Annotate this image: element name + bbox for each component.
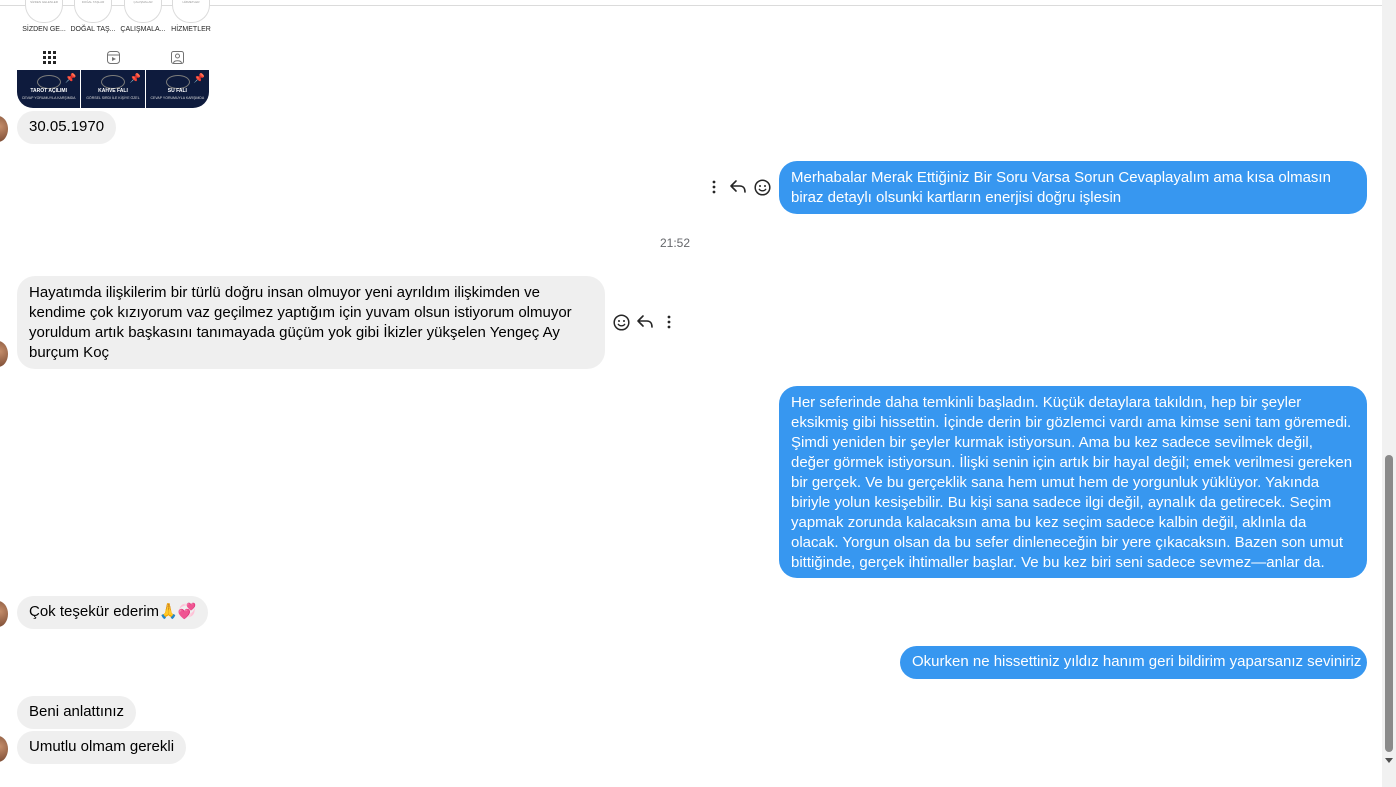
pin-icon: 📌 [65, 73, 77, 83]
grid-icon[interactable] [17, 47, 81, 67]
profile-tabs [17, 47, 209, 67]
post-thumbnail[interactable]: 📌 TAROT AÇILIMI CEVAP YORUMUYLA KARŞIMDA [17, 70, 81, 108]
pinned-posts: 📌 TAROT AÇILIMI CEVAP YORUMUYLA KARŞIMDA… [17, 70, 209, 108]
message-bubble-incoming[interactable]: Çok teşekür ederim🙏💞 [17, 596, 209, 629]
highlight-label: DOĞAL TAŞ... [70, 26, 116, 33]
tagged-icon[interactable] [145, 47, 209, 67]
highlight-item[interactable]: SİZDEN GELENLER SİZDEN GE... [19, 0, 69, 33]
highlight-label: ÇALIŞMALA... [120, 26, 166, 33]
reply-icon[interactable] [636, 312, 654, 332]
emoji-react-icon[interactable] [612, 312, 630, 332]
post-thumbnail[interactable]: 📌 SU FALI CEVAP YORUMUYLA KARŞIMDA [145, 70, 209, 108]
post-subtitle: CEVAP YORUMUYLA KARŞIMDA [21, 96, 76, 100]
timestamp: 21:52 [659, 236, 691, 250]
highlight-label: HİZMETLER [171, 26, 211, 33]
highlight-label: SİZDEN GE... [22, 26, 66, 33]
message-bubble-outgoing[interactable]: Merhabalar Merak Ettiğiniz Bir Soru Vars… [779, 161, 1367, 214]
highlight-cover: HİZMETLER [172, 0, 210, 23]
pin-icon: 📌 [129, 73, 141, 83]
pin-icon: 📌 [193, 73, 205, 83]
avatar[interactable] [0, 116, 8, 142]
emoji-react-icon[interactable] [753, 177, 771, 197]
reels-icon[interactable] [81, 47, 145, 67]
highlight-cover: SİZDEN GELENLER [25, 0, 63, 23]
message-bubble-outgoing[interactable]: Her seferinde daha temkinli başladın. Kü… [779, 386, 1367, 578]
message-bubble-incoming[interactable]: 30.05.1970 [17, 111, 117, 144]
post-thumbnail[interactable]: 📌 KAHVE FALI GÖRSEL SIRDI İLE KİŞİYE ÖZE… [81, 70, 145, 108]
message-actions [705, 177, 771, 197]
post-subtitle: GÖRSEL SIRDI İLE KİŞİYE ÖZEL [86, 96, 140, 100]
highlight-item[interactable]: DOĞAL TAŞLAR DOĞAL TAŞ... [68, 0, 118, 33]
story-highlights: SİZDEN GELENLER SİZDEN GE... DOĞAL TAŞLA… [17, 0, 211, 36]
message-actions [612, 312, 678, 332]
more-options-icon[interactable] [705, 177, 723, 197]
highlight-cover: DOĞAL TAŞLAR [74, 0, 112, 23]
post-subtitle: CEVAP YORUMUYLA KARŞIMDA [150, 96, 205, 100]
reply-icon[interactable] [729, 177, 747, 197]
post-title: TAROT AÇILIMI [30, 88, 67, 94]
post-title: KAHVE FALI [98, 88, 128, 94]
message-bubble-incoming[interactable]: Umutlu olmam gerekli [17, 731, 187, 764]
message-bubble-incoming[interactable]: Hayatımda ilişkilerim bir türlü doğru in… [17, 276, 605, 369]
shared-profile-preview[interactable]: SİZDEN GELENLER SİZDEN GE... DOĞAL TAŞLA… [17, 0, 211, 108]
avatar[interactable] [0, 601, 8, 627]
more-options-icon[interactable] [660, 312, 678, 332]
scroll-down-arrow-icon[interactable] [1385, 758, 1393, 763]
highlight-item[interactable]: HİZMETLER HİZMETLER [166, 0, 216, 33]
message-bubble-incoming[interactable]: Beni anlattınız [17, 696, 137, 729]
scrollbar-thumb[interactable] [1385, 455, 1393, 752]
highlight-item[interactable]: ÇALIŞMALAR ÇALIŞMALA... [118, 0, 168, 33]
post-title: SU FALI [167, 88, 187, 94]
message-bubble-outgoing[interactable]: Okurken ne hissettiniz yıldız hanım geri… [900, 646, 1367, 679]
highlight-cover: ÇALIŞMALAR [124, 0, 162, 23]
avatar[interactable] [0, 341, 8, 367]
scrollbar[interactable] [1382, 0, 1396, 787]
avatar[interactable] [0, 736, 8, 762]
